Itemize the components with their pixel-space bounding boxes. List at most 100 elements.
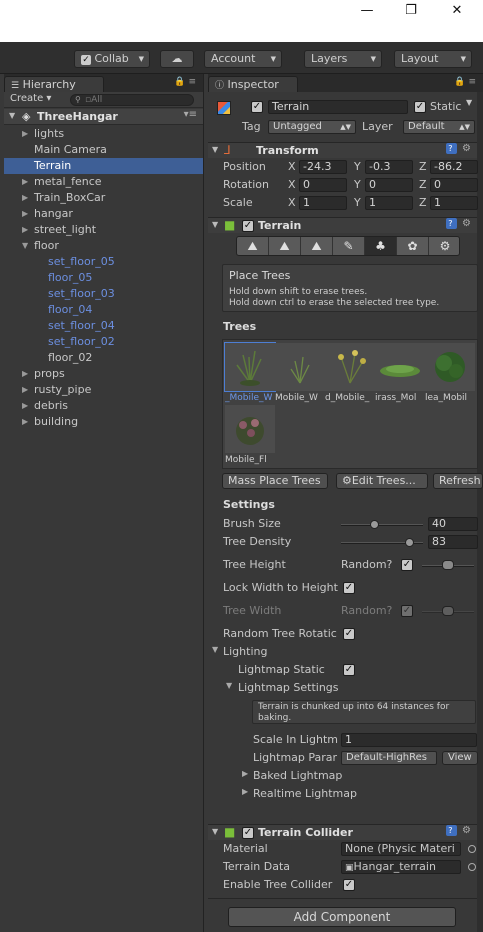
expand-arrow-icon[interactable]: ▶ — [22, 174, 28, 190]
tab-hierarchy[interactable]: ☰ Hierarchy — [4, 76, 104, 92]
transform-z-field[interactable]: 0 — [430, 178, 478, 192]
restore-button[interactable]: ❐ — [401, 3, 421, 19]
hierarchy-item[interactable]: ▼ floor — [4, 238, 203, 254]
scene-header[interactable]: ▼ ◈ ThreeHangar ▾≡ — [4, 109, 203, 125]
view-button[interactable]: View — [442, 751, 478, 765]
active-checkbox[interactable]: ✓ — [251, 101, 263, 113]
panel-menu-icon[interactable]: 🔒≡ — [174, 77, 199, 87]
tree-prototype[interactable]: d_Mobile_ — [325, 343, 375, 405]
tree-prototype[interactable]: lea_Mobil — [425, 343, 475, 405]
brush-size-field[interactable]: 40 — [428, 517, 478, 531]
tag-dropdown[interactable]: Untagged ▲▼ — [268, 120, 356, 134]
transform-x-field[interactable]: -24.3 — [299, 160, 347, 174]
transform-y-field[interactable]: 1 — [365, 196, 413, 210]
axis-z-label[interactable]: Z — [419, 196, 427, 209]
expand-arrow-icon[interactable]: ▶ — [22, 190, 28, 206]
hierarchy-item[interactable]: ▶ metal_fence — [4, 174, 203, 190]
hierarchy-item[interactable]: Main Camera — [4, 142, 203, 158]
tree-height-range-handle[interactable] — [442, 560, 454, 570]
paint-texture-icon[interactable]: ✎ — [333, 237, 365, 255]
layout-dropdown[interactable]: Layout ▼ — [394, 50, 472, 68]
account-button[interactable]: Account ▼ — [204, 50, 282, 68]
expand-arrow-icon[interactable]: ▼ — [9, 111, 15, 120]
baked-lightmap-label[interactable]: Baked Lightmap — [253, 769, 342, 782]
lightmap-static-checkbox[interactable]: ✓ — [343, 664, 355, 676]
tree-prototype[interactable]: Mobile_W — [275, 343, 325, 405]
edit-trees-button[interactable]: ⚙Edit Trees... — [336, 473, 428, 489]
hierarchy-item[interactable]: ▶ hangar — [4, 206, 203, 222]
close-button[interactable]: ✕ — [447, 3, 467, 19]
hierarchy-item[interactable]: set_floor_04 — [4, 318, 203, 334]
hierarchy-item[interactable]: ▶ props — [4, 366, 203, 382]
transform-z-field[interactable]: -86.2 — [430, 160, 478, 174]
add-component-button[interactable]: Add Component — [228, 907, 456, 927]
realtime-lightmap-expand-arrow-icon[interactable]: ▶ — [242, 787, 248, 796]
axis-y-label[interactable]: Y — [354, 160, 361, 173]
axis-z-label[interactable]: Z — [419, 160, 427, 173]
mass-place-trees-button[interactable]: Mass Place Trees — [222, 473, 328, 489]
component-menu-icon[interactable]: ? ⚙ — [445, 143, 473, 154]
help-icon[interactable]: ? — [445, 218, 457, 229]
collab-button[interactable]: ✓ Collab ▼ — [74, 50, 150, 68]
enable-tree-collider-checkbox[interactable]: ✓ — [343, 879, 355, 891]
smooth-height-icon[interactable]: ⛰ — [301, 237, 333, 255]
axis-y-label[interactable]: Y — [354, 196, 361, 209]
layers-dropdown[interactable]: Layers ▼ — [304, 50, 382, 68]
tree-prototype[interactable]: Mobile_Fl — [225, 405, 275, 467]
create-dropdown[interactable]: Create ▾ — [10, 93, 51, 104]
transform-y-field[interactable]: -0.3 — [365, 160, 413, 174]
expand-arrow-icon[interactable]: ▶ — [22, 414, 28, 430]
paint-height-icon[interactable]: ⛰ — [269, 237, 301, 255]
lightmap-settings-expand-arrow-icon[interactable]: ▼ — [226, 681, 232, 690]
realtime-lightmap-label[interactable]: Realtime Lightmap — [253, 787, 357, 800]
hierarchy-item[interactable]: ▶ Train_BoxCar — [4, 190, 203, 206]
help-icon[interactable]: ? — [445, 143, 457, 154]
place-trees-icon[interactable]: ♣ — [365, 237, 397, 255]
transform-x-field[interactable]: 0 — [299, 178, 347, 192]
transform-x-field[interactable]: 1 — [299, 196, 347, 210]
hierarchy-item[interactable]: floor_04 — [4, 302, 203, 318]
hierarchy-item[interactable]: ▶ street_light — [4, 222, 203, 238]
lock-width-checkbox[interactable]: ✓ — [343, 582, 355, 594]
minimize-button[interactable]: — — [357, 3, 377, 19]
transform-z-field[interactable]: 1 — [430, 196, 478, 210]
transform-y-field[interactable]: 0 — [365, 178, 413, 192]
hierarchy-item[interactable]: set_floor_05 — [4, 254, 203, 270]
paint-details-icon[interactable]: ✿ — [397, 237, 429, 255]
component-menu-icon[interactable]: ? ⚙ — [445, 218, 473, 229]
cloud-button[interactable]: ☁ — [160, 50, 194, 68]
tree-density-field[interactable]: 83 — [428, 535, 478, 549]
refresh-button[interactable]: Refresh — [433, 473, 483, 489]
terrain-data-field[interactable]: ▣Hangar_terrain — [341, 860, 461, 874]
lightmap-param-dropdown[interactable]: Default-HighRes — [341, 751, 437, 765]
tree-density-slider-knob[interactable] — [405, 538, 415, 547]
expand-arrow-icon[interactable]: ▶ — [22, 382, 28, 398]
expand-arrow-icon[interactable]: ▶ — [22, 398, 28, 414]
transform-header[interactable]: ▼ ⅃ Transform ? ⚙ — [208, 142, 477, 158]
tree-prototype[interactable]: irass_Mol — [375, 343, 425, 405]
terrain-enabled-checkbox[interactable]: ✓ — [242, 220, 254, 232]
collapse-arrow-icon[interactable]: ▼ — [22, 238, 28, 254]
layer-dropdown[interactable]: Default ▲▼ — [403, 120, 475, 134]
axis-z-label[interactable]: Z — [419, 178, 427, 191]
baked-lightmap-expand-arrow-icon[interactable]: ▶ — [242, 769, 248, 778]
scale-in-lightmap-field[interactable]: 1 — [341, 733, 477, 747]
raise-lower-icon[interactable]: ⛰ — [237, 237, 269, 255]
brush-size-slider[interactable] — [341, 524, 423, 526]
expand-arrow-icon[interactable]: ▶ — [22, 126, 28, 142]
tree-height-random-checkbox[interactable]: ✓ — [401, 559, 413, 571]
hierarchy-search-input[interactable]: ⚲ ▫All — [70, 94, 194, 106]
hierarchy-item[interactable]: Terrain — [4, 158, 203, 174]
expand-arrow-icon[interactable]: ▼ — [212, 827, 218, 836]
hierarchy-item[interactable]: ▶ debris — [4, 398, 203, 414]
hierarchy-item[interactable]: set_floor_02 — [4, 334, 203, 350]
collider-enabled-checkbox[interactable]: ✓ — [242, 827, 254, 839]
static-checkbox[interactable]: ✓ — [414, 101, 426, 113]
hierarchy-item[interactable]: ▶ building — [4, 414, 203, 430]
object-picker-icon[interactable] — [468, 863, 476, 871]
lighting-expand-arrow-icon[interactable]: ▼ — [212, 645, 218, 654]
expand-arrow-icon[interactable]: ▶ — [22, 222, 28, 238]
tree-prototype[interactable]: _Mobile_W — [224, 342, 276, 405]
hierarchy-item[interactable]: set_floor_03 — [4, 286, 203, 302]
axis-x-label[interactable]: X — [288, 196, 296, 209]
